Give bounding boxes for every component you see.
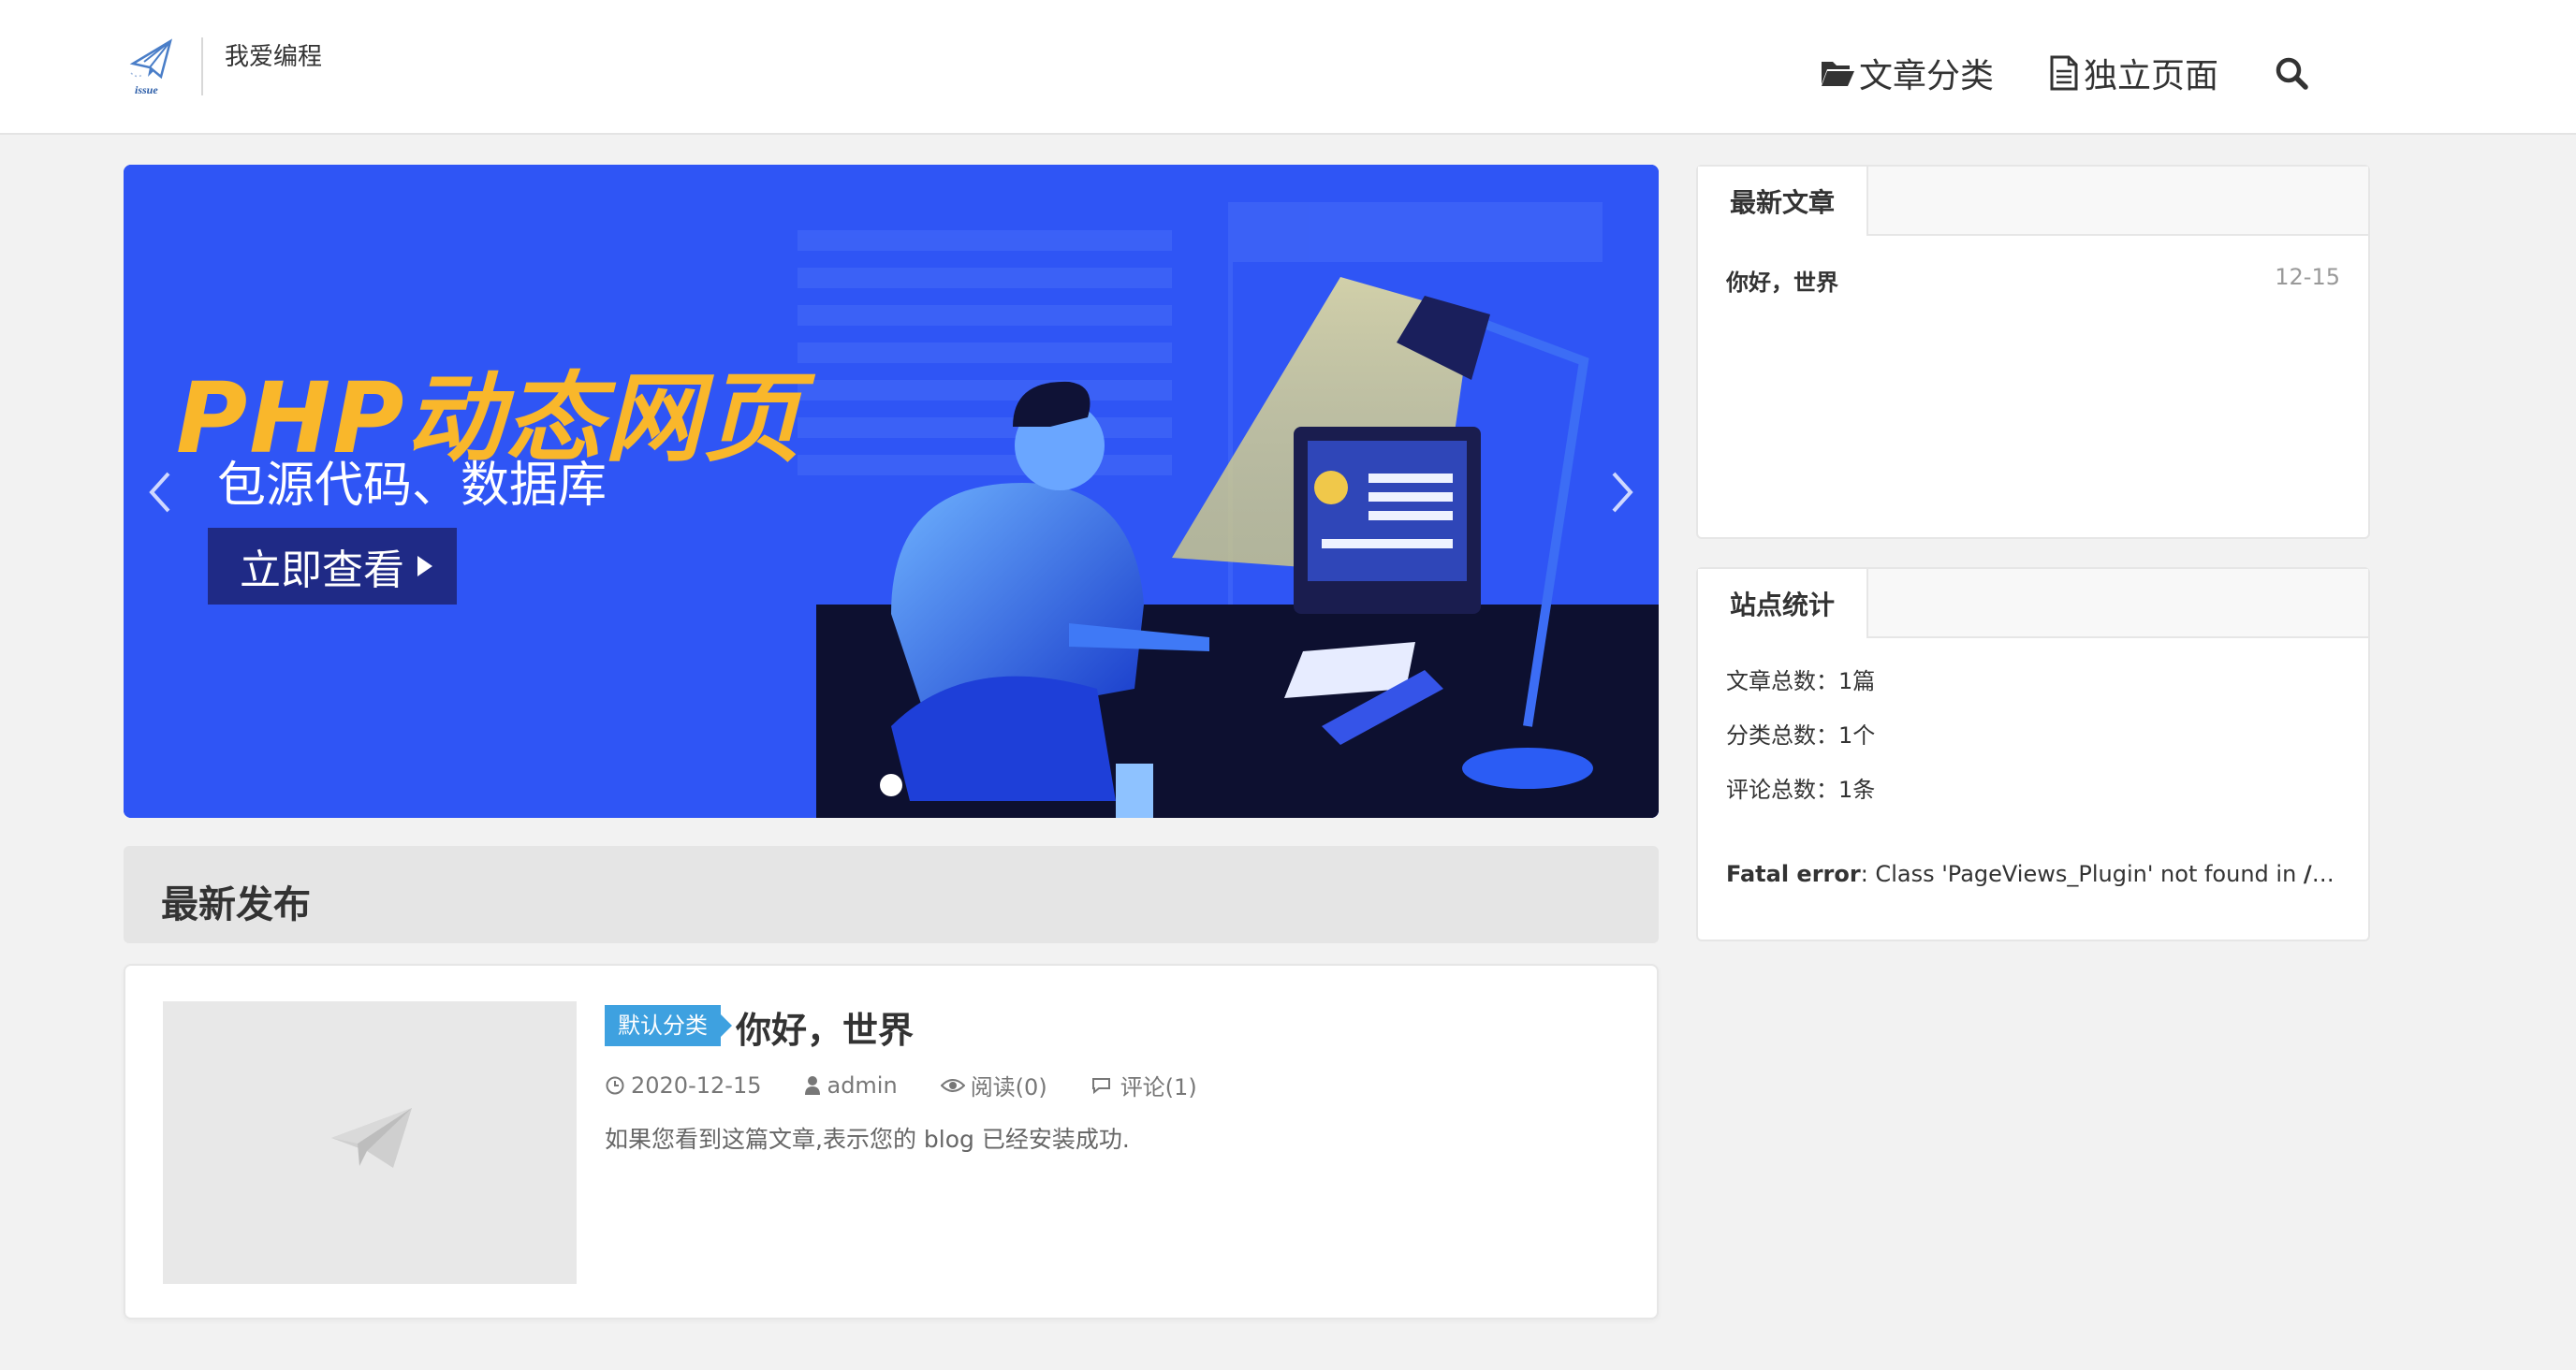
fatal-error-path: /www/...	[2303, 861, 2340, 887]
post-thumbnail[interactable]	[163, 1001, 577, 1284]
nav-item-pages[interactable]: 独立页面	[2048, 49, 2218, 97]
recent-post-date: 12-15	[2275, 264, 2340, 290]
category-badge[interactable]: 默认分类	[605, 1005, 732, 1046]
banner-carousel[interactable]: PHP动态网页 包源代码、数据库 立即查看	[124, 165, 1659, 818]
stat-categories: 分类总数：1个	[1726, 722, 1876, 749]
nav-label-pages: 独立页面	[2083, 57, 2218, 95]
post-author[interactable]: admin	[804, 1071, 898, 1099]
fatal-error-message: Fatal error: Class 'PageViews_Plugin' no…	[1726, 861, 2340, 887]
post-views: 阅读(0)	[940, 1069, 1047, 1101]
carousel-dot-active[interactable]	[880, 774, 902, 796]
widget-header: 最新文章	[1698, 167, 2368, 238]
carousel-next-button[interactable]	[1603, 468, 1640, 517]
nav-label-categories: 文章分类	[1858, 57, 1994, 95]
widget-header: 站点统计	[1698, 569, 2368, 640]
play-triangle-icon	[417, 556, 432, 576]
post-views-text: 阅读(0)	[970, 1074, 1047, 1100]
site-header: issue 我爱编程 文章分类 独立页面	[0, 0, 2576, 135]
fatal-error-text: : Class 'PageViews_Plugin' not found in	[1860, 861, 2304, 887]
clock-icon	[606, 1076, 624, 1094]
tab-recent-posts[interactable]: 最新文章	[1698, 167, 1868, 238]
post-comments[interactable]: 评论(1)	[1090, 1069, 1197, 1101]
latest-heading: 最新发布	[161, 883, 311, 926]
nav-item-categories[interactable]: 文章分类	[1820, 49, 1994, 97]
comments-icon	[1091, 1077, 1110, 1094]
latest-section-header: 最新发布	[124, 846, 1659, 943]
recent-post-item[interactable]: 你好，世界 12-15	[1726, 264, 2340, 297]
post-excerpt: 如果您看到这篇文章,表示您的 blog 已经安装成功.	[605, 1126, 1130, 1153]
post-author-text: admin	[827, 1071, 898, 1099]
fatal-error-label: Fatal error	[1726, 861, 1861, 887]
main-nav: 文章分类 独立页面	[1765, 49, 2308, 97]
site-name[interactable]: 我爱编程	[225, 37, 322, 72]
post-comments-text: 评论(1)	[1120, 1074, 1197, 1100]
file-icon	[2050, 55, 2078, 91]
search-icon	[2276, 57, 2308, 90]
eye-icon	[940, 1078, 965, 1092]
tab-site-stats[interactable]: 站点统计	[1698, 569, 1868, 640]
chevron-right-icon	[1612, 472, 1633, 513]
post-card: 默认分类 你好，世界 2020-12-15 admin 阅读(0) 评论(1) …	[124, 964, 1659, 1319]
folder-open-icon	[1821, 62, 1854, 86]
site-stats-widget: 站点统计 文章总数：1篇 分类总数：1个 评论总数：1条 Fatal error…	[1696, 567, 2370, 941]
post-date: 2020-12-15	[605, 1072, 761, 1099]
post-title[interactable]: 你好，世界	[736, 1001, 914, 1053]
logo-text: issue	[135, 83, 158, 96]
recent-posts-widget: 最新文章 你好，世界 12-15	[1696, 165, 2370, 539]
carousel-prev-button[interactable]	[142, 468, 180, 517]
paper-plane-icon	[331, 1108, 412, 1168]
post-meta: 2020-12-15 admin 阅读(0) 评论(1)	[605, 1069, 1240, 1101]
search-button[interactable]	[2275, 56, 2308, 90]
logo-divider	[201, 37, 203, 95]
user-icon	[805, 1075, 821, 1095]
stat-posts: 文章总数：1篇	[1726, 668, 1876, 694]
paper-plane-logo[interactable]: issue	[129, 36, 176, 97]
stat-comments: 评论总数：1条	[1726, 777, 1876, 803]
post-date-text: 2020-12-15	[631, 1071, 762, 1099]
chevron-left-icon	[149, 472, 170, 513]
banner-subtitle: 包源代码、数据库	[217, 458, 607, 514]
view-now-button[interactable]: 立即查看	[208, 528, 457, 605]
recent-post-title: 你好，世界	[1726, 270, 1838, 296]
view-now-label: 立即查看	[240, 547, 404, 594]
